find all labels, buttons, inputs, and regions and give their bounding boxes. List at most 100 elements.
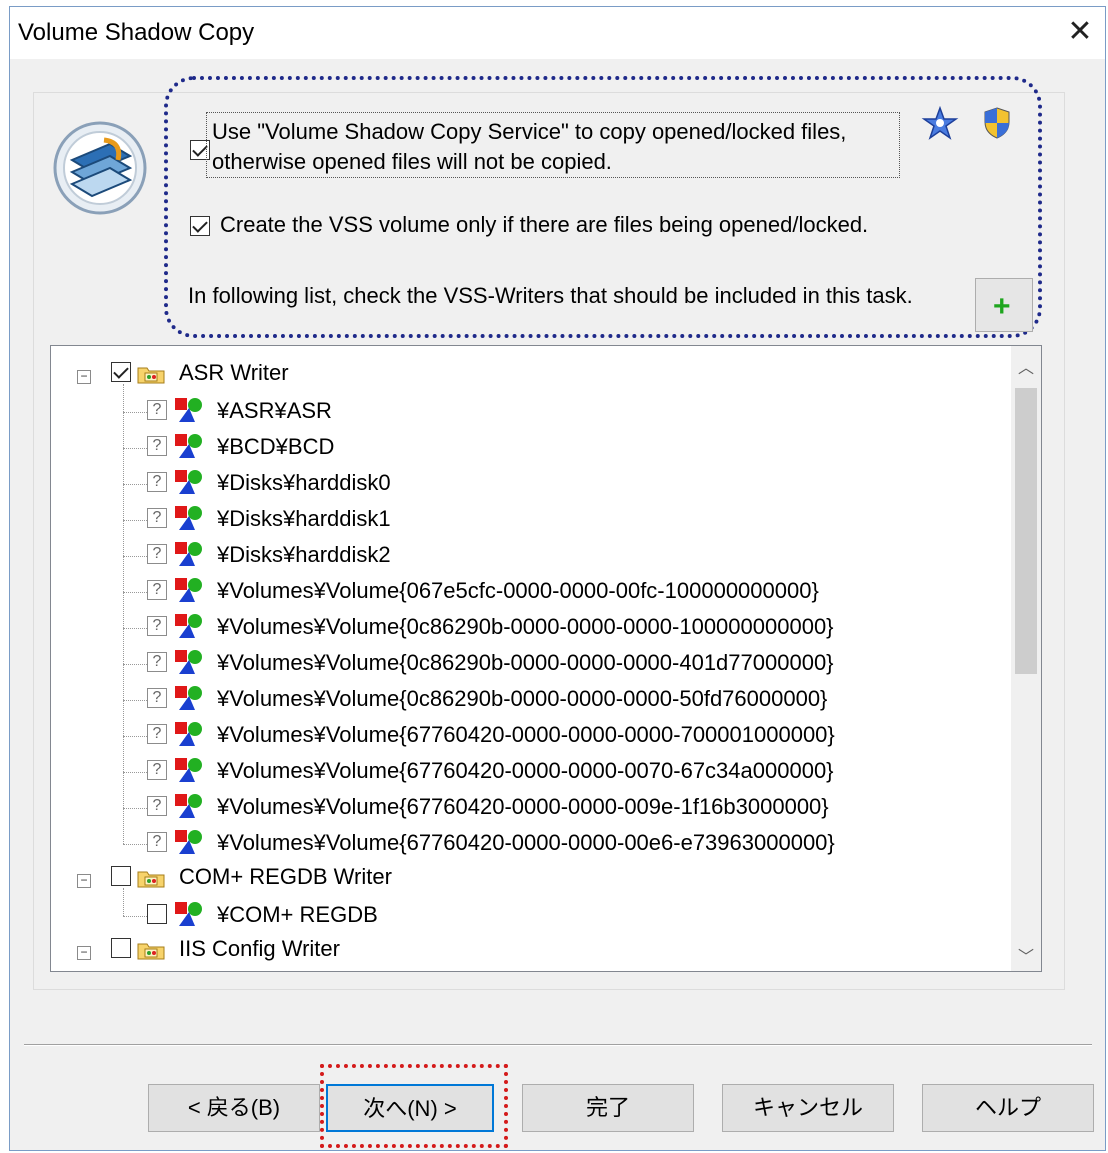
scroll-thumb[interactable] xyxy=(1015,388,1037,674)
component-name: ¥Volumes¥Volume{0c86290b-0000-0000-0000-… xyxy=(217,650,834,675)
next-highlight-frame xyxy=(320,1064,508,1148)
tree-connector xyxy=(123,448,147,449)
tree-connector xyxy=(123,844,147,845)
question-icon[interactable]: ? xyxy=(147,652,167,672)
button-separator xyxy=(24,1044,1092,1046)
vss-component-icon xyxy=(173,432,205,460)
tree-component-row[interactable]: ? ¥Volumes¥Volume{0c86290b-0000-0000-0000… xyxy=(51,680,1001,716)
writer-name: COM+ REGDB Writer xyxy=(179,864,392,889)
folder-writer-icon xyxy=(137,868,165,888)
vss-component-icon xyxy=(173,720,205,748)
component-name: ¥Volumes¥Volume{67760420-0000-0000-00e6-… xyxy=(217,830,835,855)
component-name: ¥Disks¥harddisk1 xyxy=(217,506,391,531)
question-icon[interactable]: ? xyxy=(147,544,167,564)
collapse-icon[interactable]: − xyxy=(77,370,91,384)
tree-writer-row[interactable]: − ASR Writer xyxy=(51,356,1001,392)
component-name: ¥COM+ REGDB xyxy=(217,902,378,927)
scroll-down-icon[interactable]: ﹀ xyxy=(1011,943,1041,967)
tree-vertical-line xyxy=(123,384,124,844)
question-icon[interactable]: ? xyxy=(147,580,167,600)
tree-connector xyxy=(123,484,147,485)
tree-connector xyxy=(123,556,147,557)
tree-component-row[interactable]: ? ¥BCD¥BCD xyxy=(51,428,1001,464)
tree-component-row[interactable]: ? ¥Volumes¥Volume{67760420-0000-0000-0070… xyxy=(51,752,1001,788)
title-bar: Volume Shadow Copy ✕ xyxy=(10,7,1105,59)
component-name: ¥Disks¥harddisk0 xyxy=(217,470,391,495)
vss-component-icon xyxy=(173,468,205,496)
question-icon[interactable]: ? xyxy=(147,616,167,636)
question-icon[interactable]: ? xyxy=(147,400,167,420)
vss-component-icon xyxy=(173,576,205,604)
back-button[interactable]: < 戻る(B) xyxy=(148,1084,320,1132)
plus-icon: + xyxy=(993,290,1011,323)
folder-writer-icon xyxy=(137,940,165,960)
tree-component-row[interactable]: ? ¥Volumes¥Volume{67760420-0000-0000-00e6… xyxy=(51,824,1001,860)
question-icon[interactable]: ? xyxy=(147,832,167,852)
writer-name: ASR Writer xyxy=(179,360,289,385)
create-only-if-open-label[interactable]: Create the VSS volume only if there are … xyxy=(220,212,868,238)
question-icon[interactable]: ? xyxy=(147,472,167,492)
tree-writer-row[interactable]: − COM+ REGDB Writer xyxy=(51,860,1001,896)
writer-checkbox[interactable] xyxy=(111,362,131,382)
wizard-star-icon xyxy=(921,106,959,140)
component-name: ¥Volumes¥Volume{067e5cfc-0000-0000-00fc-… xyxy=(217,578,819,603)
tree-connector xyxy=(123,772,147,773)
writer-checkbox[interactable] xyxy=(111,866,131,886)
tree-component-row[interactable]: ? ¥Disks¥harddisk1 xyxy=(51,500,1001,536)
help-button[interactable]: ヘルプ xyxy=(922,1084,1094,1132)
cancel-button[interactable]: キャンセル xyxy=(722,1084,894,1132)
component-name: ¥Volumes¥Volume{67760420-0000-0000-009e-… xyxy=(217,794,829,819)
vss-app-icon xyxy=(53,121,147,215)
component-name: ¥Volumes¥Volume{0c86290b-0000-0000-0000-… xyxy=(217,614,834,639)
component-name: ¥ASR¥ASR xyxy=(217,398,332,423)
tree-component-row[interactable]: ? ¥Volumes¥Volume{67760420-0000-0000-0000… xyxy=(51,716,1001,752)
tree-component-row[interactable]: ? ¥Volumes¥Volume{0c86290b-0000-0000-0000… xyxy=(51,608,1001,644)
tree-writer-row[interactable]: − IIS Config Writer xyxy=(51,932,1001,968)
writers-hint-text: In following list, check the VSS-Writers… xyxy=(188,283,913,308)
vss-component-icon xyxy=(173,540,205,568)
tree-connector xyxy=(123,808,147,809)
finish-button[interactable]: 完了 xyxy=(522,1084,694,1132)
tree-component-row[interactable]: ? ¥Disks¥harddisk2 xyxy=(51,536,1001,572)
vss-component-icon xyxy=(173,828,205,856)
question-icon[interactable]: ? xyxy=(147,508,167,528)
tree-connector xyxy=(123,592,147,593)
vss-component-icon xyxy=(173,612,205,640)
question-icon[interactable]: ? xyxy=(147,760,167,780)
scroll-up-icon[interactable]: ︿ xyxy=(1011,354,1041,378)
add-writer-button[interactable]: + xyxy=(975,278,1033,332)
question-icon[interactable]: ? xyxy=(147,688,167,708)
use-vss-label-line2: otherwise opened files will not be copie… xyxy=(212,149,612,174)
vss-writers-tree[interactable]: ︿ ﹀ − ASR Writer? ¥ASR¥ASR? ¥BCD¥BCD? ¥Disks… xyxy=(50,345,1042,972)
close-icon[interactable]: ✕ xyxy=(1063,15,1097,49)
tree-connector xyxy=(123,700,147,701)
question-icon[interactable]: ? xyxy=(147,436,167,456)
collapse-icon[interactable]: − xyxy=(77,946,91,960)
create-only-if-open-checkbox[interactable] xyxy=(190,216,210,236)
question-icon[interactable]: ? xyxy=(147,796,167,816)
component-checkbox[interactable] xyxy=(147,904,167,924)
tree-component-row[interactable]: ¥COM+ REGDB xyxy=(51,896,1001,932)
tree-component-row[interactable]: ? ¥Disks¥harddisk0 xyxy=(51,464,1001,500)
vss-component-icon xyxy=(173,756,205,784)
tree-component-row[interactable]: ? ¥Volumes¥Volume{67760420-0000-0000-009e… xyxy=(51,788,1001,824)
tree-connector xyxy=(123,736,147,737)
tree-connector xyxy=(123,520,147,521)
vss-component-icon xyxy=(173,684,205,712)
vss-component-icon xyxy=(173,900,205,928)
tree-component-row[interactable]: ? ¥Volumes¥Volume{067e5cfc-0000-0000-00fc… xyxy=(51,572,1001,608)
writer-checkbox[interactable] xyxy=(111,938,131,958)
component-name: ¥Volumes¥Volume{0c86290b-0000-0000-0000-… xyxy=(217,686,828,711)
uac-shield-icon xyxy=(984,107,1010,139)
tree-connector xyxy=(123,412,147,413)
tree-connector xyxy=(123,664,147,665)
tree-scrollbar[interactable]: ︿ ﹀ xyxy=(1011,346,1041,971)
component-name: ¥Volumes¥Volume{67760420-0000-0000-0070-… xyxy=(217,758,834,783)
vss-component-icon xyxy=(173,792,205,820)
tree-component-row[interactable]: ? ¥Volumes¥Volume{0c86290b-0000-0000-0000… xyxy=(51,644,1001,680)
collapse-icon[interactable]: − xyxy=(77,874,91,888)
tree-component-row[interactable]: ? ¥ASR¥ASR xyxy=(51,392,1001,428)
vss-component-icon xyxy=(173,504,205,532)
folder-writer-icon xyxy=(137,364,165,384)
question-icon[interactable]: ? xyxy=(147,724,167,744)
